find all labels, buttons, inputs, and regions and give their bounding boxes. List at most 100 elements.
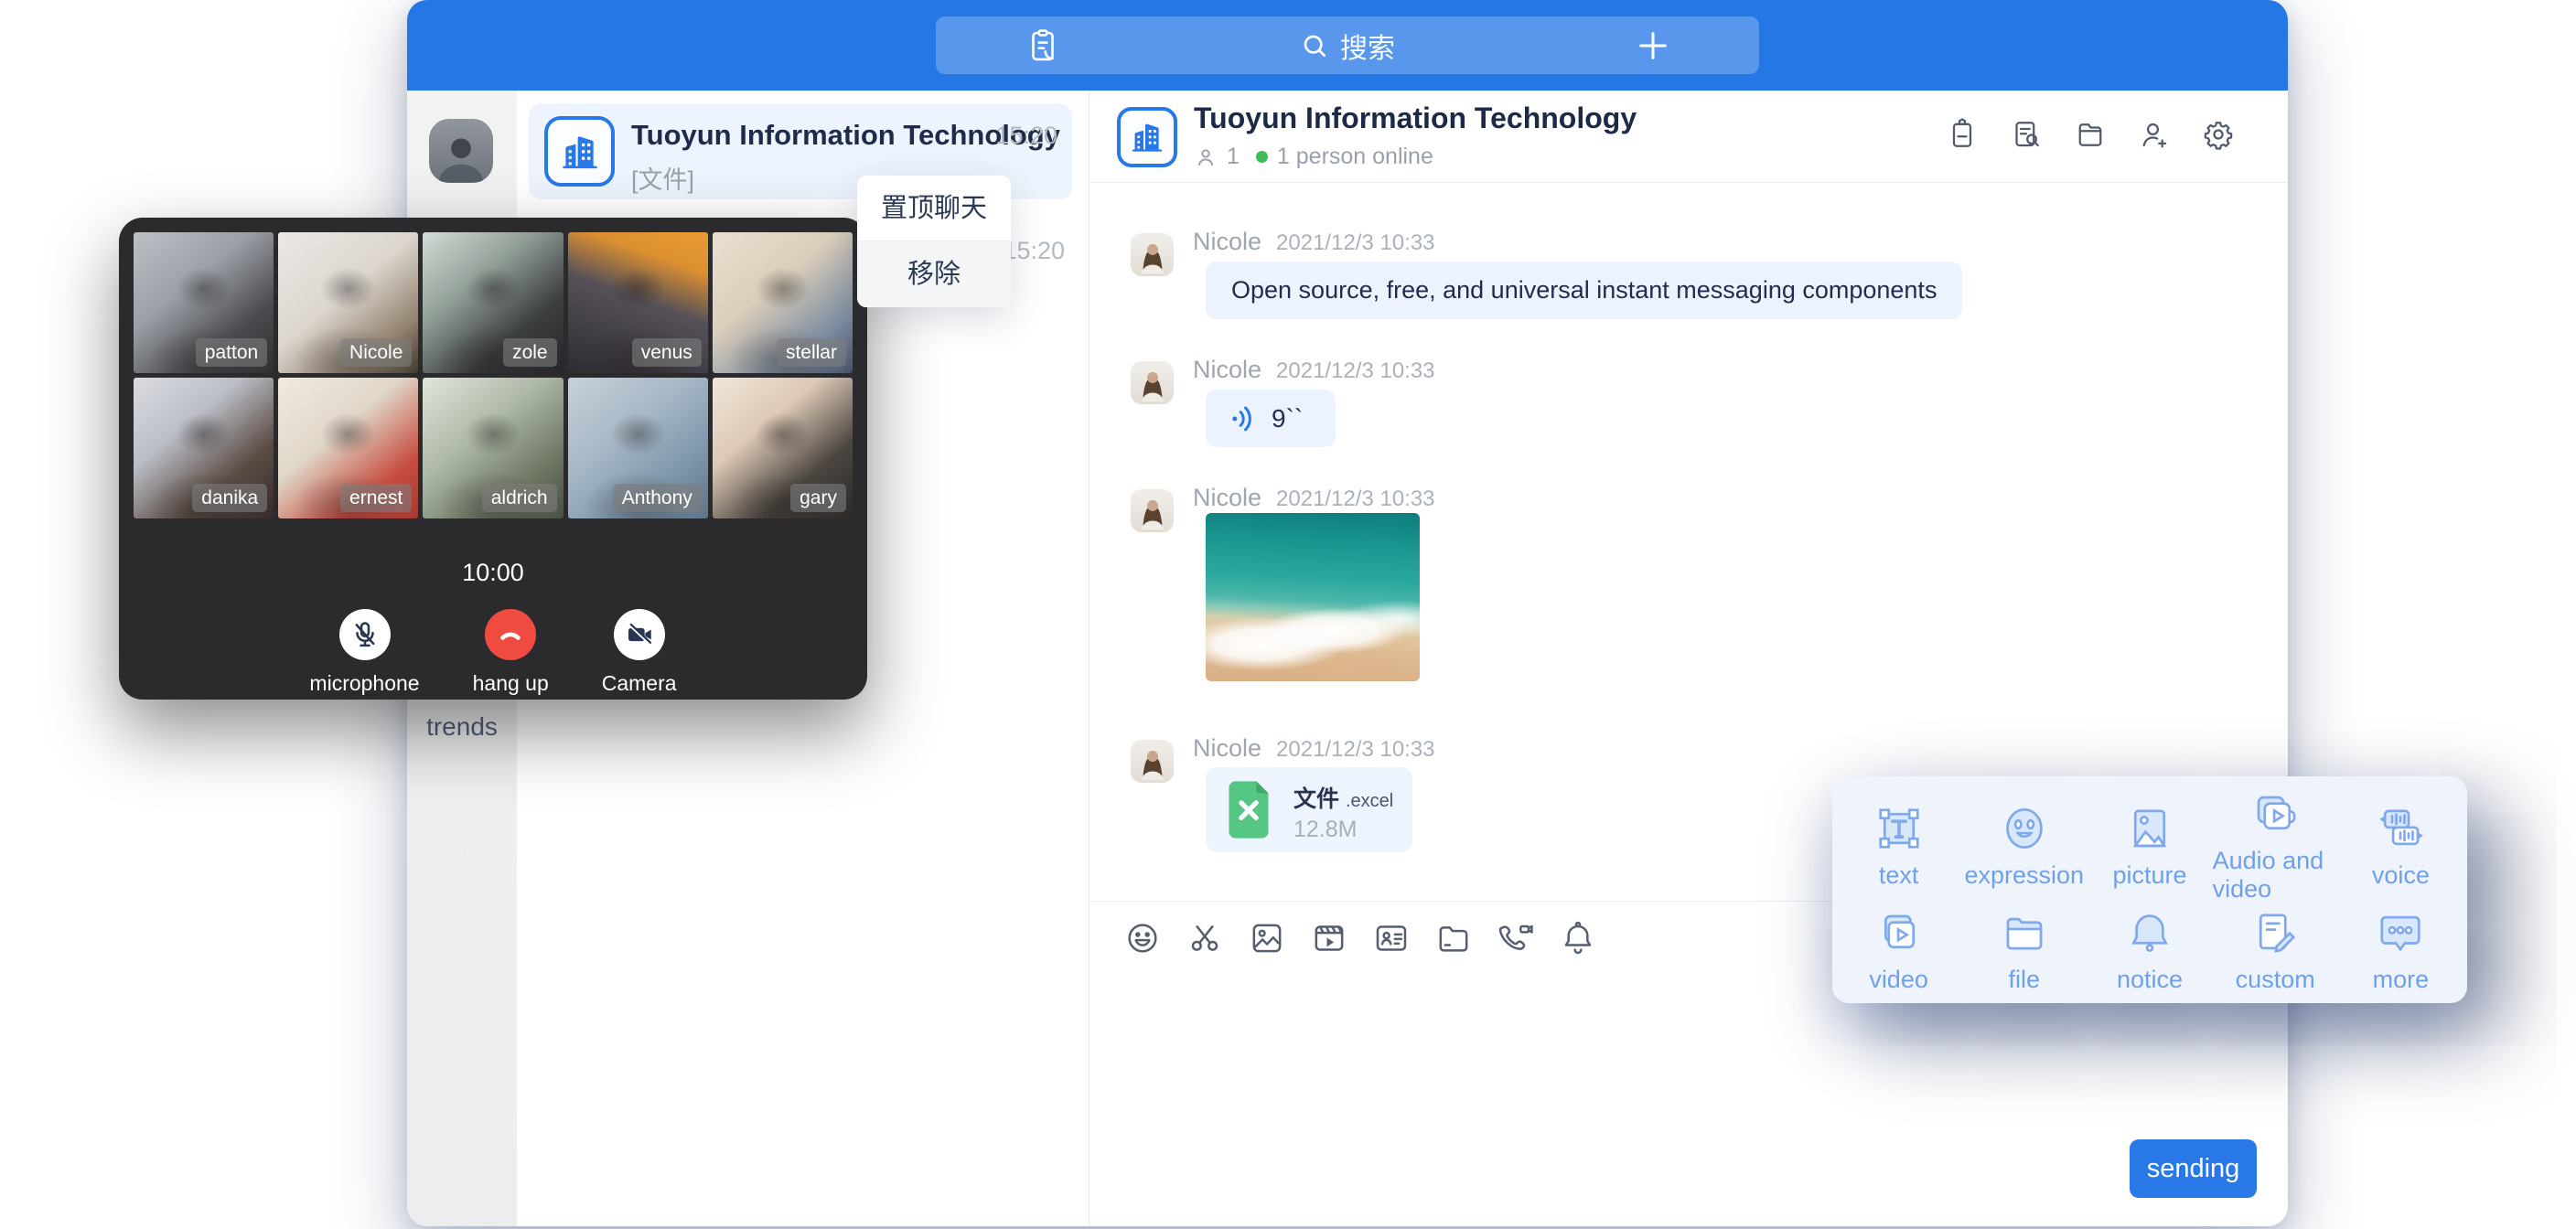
group-file-icon[interactable] <box>2074 118 2107 151</box>
popup-item-expression[interactable]: expression <box>1961 789 2087 903</box>
notification-bell-icon[interactable] <box>1560 920 1596 956</box>
sender-name: Nicole <box>1193 484 1261 512</box>
image-message-beach-photo[interactable] <box>1206 513 1420 681</box>
avatar[interactable] <box>1131 233 1174 276</box>
participant-name: ernest <box>340 484 412 512</box>
message-meta: Nicole 2021/12/3 10:33 <box>1193 356 1435 384</box>
popup-item-file[interactable]: file <box>1961 903 2087 998</box>
expression-icon <box>2000 804 2049 853</box>
camera-off-icon <box>624 619 655 650</box>
message-meta: Nicole 2021/12/3 10:33 <box>1193 484 1435 512</box>
online-status: 1 person online <box>1277 144 1433 170</box>
online-dot <box>1256 151 1268 163</box>
participant-name: stellar <box>777 338 846 367</box>
voice-duration: 9`` <box>1272 404 1303 433</box>
participant-grid: patton Nicole zole venus stellar danika … <box>134 232 853 518</box>
file-extension: .excel <box>1346 791 1393 811</box>
member-count: 1 <box>1227 144 1240 170</box>
conversation-last-message: [文件] <box>631 160 694 196</box>
participant-tile: gary <box>713 378 853 518</box>
file-name: 文件 .excel <box>1293 781 1393 814</box>
participant-tile: zole <box>423 232 563 373</box>
chat-record-icon[interactable] <box>2010 118 2043 151</box>
participant-name: zole <box>503 338 557 367</box>
company-building-icon <box>544 116 615 187</box>
message-meta: Nicole 2021/12/3 10:33 <box>1193 734 1435 763</box>
video-call-panel: patton Nicole zole venus stellar danika … <box>119 218 867 700</box>
screenshot-scissors-icon[interactable] <box>1186 920 1223 956</box>
custom-message-icon <box>2250 908 2300 957</box>
participant-name: danika <box>192 484 267 512</box>
contact-card-icon[interactable] <box>1373 920 1410 956</box>
trends-label: trends <box>407 712 517 742</box>
message-time: 2021/12/3 10:33 <box>1276 230 1435 256</box>
top-bar: 搜索 <box>407 0 2288 91</box>
conversation-context-menu: 置顶聊天 移除 <box>857 176 1011 307</box>
send-button[interactable]: sending <box>2130 1139 2257 1198</box>
avatar[interactable] <box>1131 740 1174 783</box>
camera-button[interactable]: Camera <box>602 609 677 696</box>
popup-item-custom[interactable]: custom <box>2213 903 2338 998</box>
participant-tile: venus <box>568 232 708 373</box>
participant-name: Anthony <box>613 484 702 512</box>
participant-name: venus <box>632 338 702 367</box>
video-call-icon[interactable] <box>1497 920 1534 956</box>
chat-header: Tuoyun Information Technology 1 1 person… <box>1089 91 2288 183</box>
add-member-icon[interactable] <box>2138 118 2171 151</box>
group-notice-icon[interactable] <box>1946 118 1979 151</box>
user-avatar[interactable] <box>429 119 493 183</box>
participant-tile: patton <box>134 232 274 373</box>
hang-up-label: hang up <box>473 671 549 696</box>
popup-item-audio-video[interactable]: Audio and video <box>2213 789 2338 903</box>
participant-name: gary <box>790 484 846 512</box>
participant-tile: aldrich <box>423 378 563 518</box>
chat-header-actions <box>1946 118 2235 151</box>
popup-item-text[interactable]: text <box>1836 789 1961 903</box>
participant-tile: ernest <box>278 378 418 518</box>
participant-name: Nicole <box>340 338 412 367</box>
participant-tile: Nicole <box>278 232 418 373</box>
voice-message-bubble[interactable]: 9`` <box>1206 390 1336 447</box>
microphone-label: microphone <box>309 671 419 696</box>
message-meta: Nicole 2021/12/3 10:33 <box>1193 228 1435 256</box>
message-time: 2021/12/3 10:33 <box>1276 486 1435 512</box>
hang-up-icon <box>495 619 526 650</box>
avatar[interactable] <box>1131 489 1174 532</box>
conversation-time: 15:20 <box>1003 237 1065 265</box>
menu-item-remove[interactable]: 移除 <box>857 241 1011 307</box>
popup-item-voice[interactable]: voice <box>2338 789 2463 903</box>
participant-name: patton <box>196 338 267 367</box>
popup-item-notice[interactable]: notice <box>2087 903 2212 998</box>
sender-name: Nicole <box>1193 734 1261 763</box>
contact-notes-icon[interactable] <box>1024 27 1062 65</box>
hang-up-button[interactable]: hang up <box>473 609 549 696</box>
participant-tile: danika <box>134 378 274 518</box>
popup-item-picture[interactable]: picture <box>2087 789 2212 903</box>
sender-name: Nicole <box>1193 356 1261 384</box>
plus-icon[interactable] <box>1635 27 1671 64</box>
video-clip-icon[interactable] <box>1311 920 1347 956</box>
chat-panel: Tuoyun Information Technology 1 1 person… <box>1089 91 2288 1226</box>
chat-title: Tuoyun Information Technology <box>1194 102 1637 135</box>
file-message-card[interactable]: 文件 .excel 12.8M <box>1206 767 1412 852</box>
avatar[interactable] <box>1131 361 1174 404</box>
popup-item-more[interactable]: more <box>2338 903 2463 998</box>
menu-item-pin-chat[interactable]: 置顶聊天 <box>857 176 1011 241</box>
microphone-button[interactable]: microphone <box>309 609 419 696</box>
file-folder-icon[interactable] <box>1435 920 1472 956</box>
message-time: 2021/12/3 10:33 <box>1276 358 1435 384</box>
audio-video-icon <box>2250 789 2300 839</box>
popup-item-video[interactable]: video <box>1836 903 1961 998</box>
search-bar[interactable]: 搜索 <box>936 16 1759 74</box>
message-time: 2021/12/3 10:33 <box>1276 737 1435 763</box>
settings-icon[interactable] <box>2202 118 2235 151</box>
file-size: 12.8M <box>1293 817 1357 843</box>
voice-wave-icon <box>1228 403 1259 434</box>
message-type-popup: text expression picture Audio and video <box>1832 776 2467 1003</box>
search-placeholder-group[interactable]: 搜索 <box>1300 26 1395 66</box>
call-timer: 10:00 <box>134 559 853 587</box>
picture-icon <box>2125 804 2174 853</box>
sender-name: Nicole <box>1193 228 1261 256</box>
emoji-icon[interactable] <box>1124 920 1161 956</box>
image-icon[interactable] <box>1249 920 1285 956</box>
